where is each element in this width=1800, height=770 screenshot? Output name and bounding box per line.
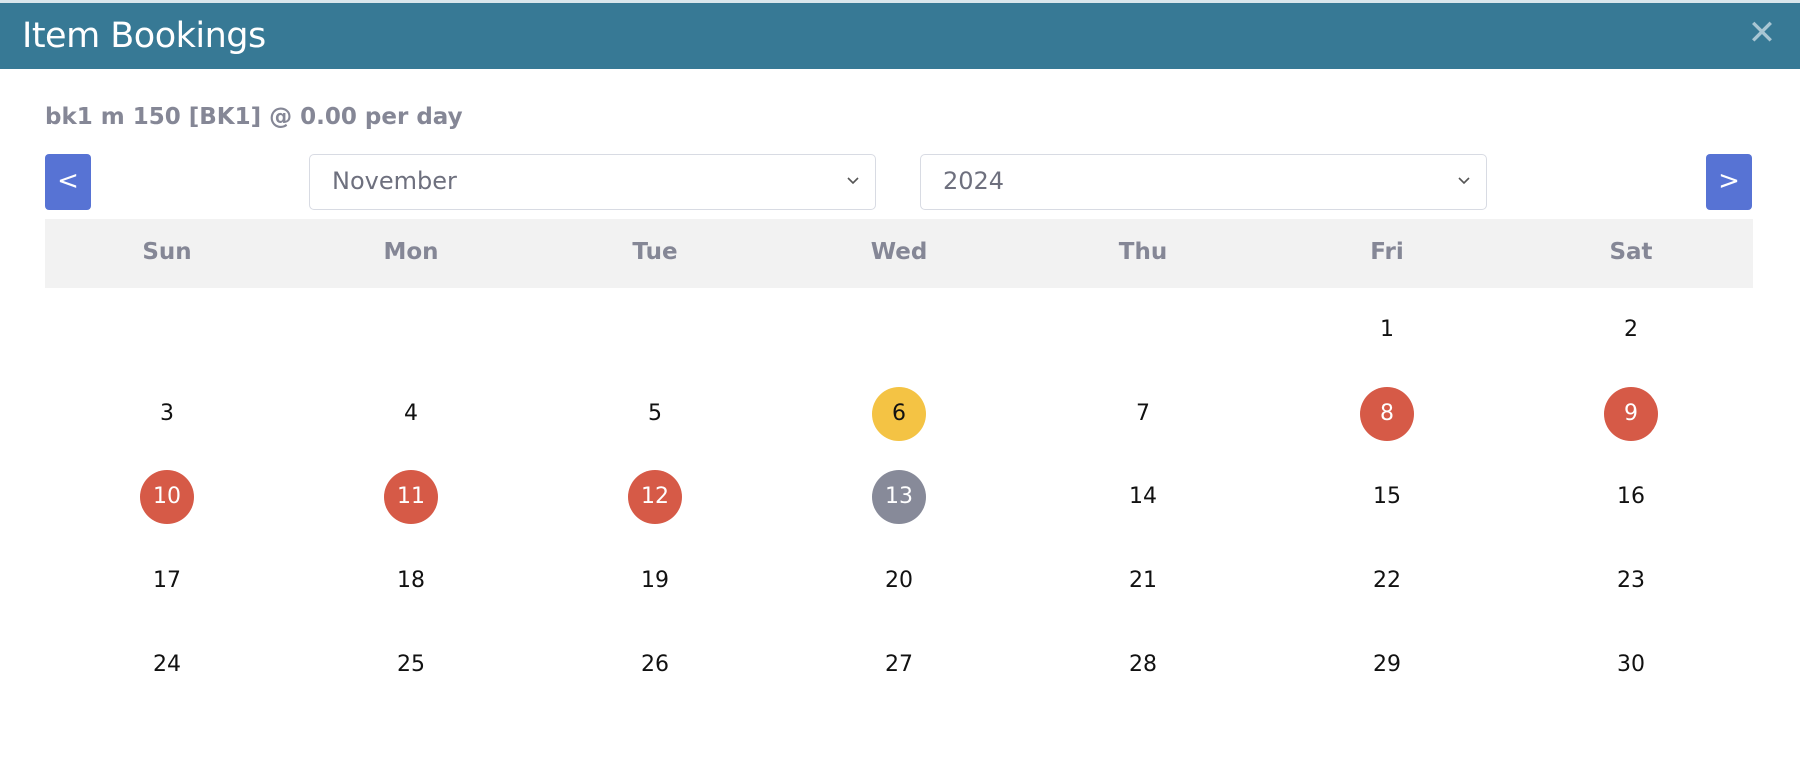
calendar-day[interactable]: 21 — [1116, 554, 1170, 608]
weekday-label: Sat — [1609, 239, 1653, 265]
modal-title: Item Bookings — [22, 16, 266, 56]
calendar-day-booked[interactable]: 8 — [1360, 387, 1414, 441]
chevron-down-icon — [847, 177, 859, 185]
calendar-day[interactable]: 27 — [872, 638, 926, 692]
calendar-day[interactable]: 3 — [140, 387, 194, 441]
close-icon[interactable]: ✕ — [1746, 15, 1778, 51]
calendar-day[interactable]: 26 — [628, 638, 682, 692]
calendar-day[interactable]: 29 — [1360, 638, 1414, 692]
calendar-day[interactable]: 15 — [1360, 470, 1414, 524]
weekday-label: Wed — [870, 239, 928, 265]
calendar-day-booked[interactable]: 11 — [384, 470, 438, 524]
calendar-day[interactable]: 30 — [1604, 638, 1658, 692]
calendar-day-today[interactable]: 13 — [872, 470, 926, 524]
weekday-label: Thu — [1118, 239, 1168, 265]
calendar-day[interactable]: 1 — [1360, 303, 1414, 357]
prev-month-button[interactable]: < — [45, 154, 91, 210]
calendar-day[interactable]: 17 — [140, 554, 194, 608]
calendar-day[interactable]: 5 — [628, 387, 682, 441]
calendar-day[interactable]: 7 — [1116, 387, 1170, 441]
year-select[interactable]: 2024 — [920, 154, 1487, 210]
calendar-day-booked[interactable]: 10 — [140, 470, 194, 524]
month-select-value: November — [332, 167, 457, 195]
calendar-day[interactable]: 28 — [1116, 638, 1170, 692]
calendar-day[interactable]: 25 — [384, 638, 438, 692]
calendar-day[interactable]: 23 — [1604, 554, 1658, 608]
calendar-day[interactable]: 24 — [140, 638, 194, 692]
weekday-label: Mon — [383, 239, 439, 265]
weekday-label: Fri — [1370, 239, 1404, 265]
calendar-day[interactable]: 2 — [1604, 303, 1658, 357]
weekday-header: Sun Mon Tue Wed Thu Fri Sat — [45, 219, 1753, 288]
weekday-label: Sun — [142, 239, 192, 265]
item-description: bk1 m 150 [BK1] @ 0.00 per day — [45, 104, 463, 130]
weekday-label: Tue — [632, 239, 678, 265]
calendar-day[interactable]: 20 — [872, 554, 926, 608]
calendar-day-pending[interactable]: 6 — [872, 387, 926, 441]
next-month-button[interactable]: > — [1706, 154, 1752, 210]
calendar-day[interactable]: 22 — [1360, 554, 1414, 608]
chevron-down-icon — [1458, 177, 1470, 185]
calendar-day[interactable]: 16 — [1604, 470, 1658, 524]
calendar-day[interactable]: 4 — [384, 387, 438, 441]
calendar-day-booked[interactable]: 12 — [628, 470, 682, 524]
year-select-value: 2024 — [943, 167, 1005, 195]
calendar-day[interactable]: 19 — [628, 554, 682, 608]
calendar-day[interactable]: 14 — [1116, 470, 1170, 524]
modal-header: Item Bookings ✕ — [0, 3, 1800, 69]
month-select[interactable]: November — [309, 154, 876, 210]
calendar-day[interactable]: 18 — [384, 554, 438, 608]
calendar-day-booked[interactable]: 9 — [1604, 387, 1658, 441]
